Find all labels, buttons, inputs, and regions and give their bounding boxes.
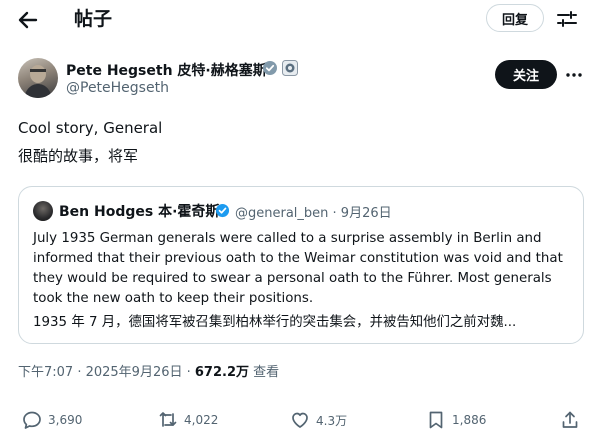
government-affiliation-icon — [282, 60, 298, 76]
post-text-english: Cool story, General — [18, 119, 163, 137]
verified-badge-icon — [262, 60, 278, 76]
more-options-icon[interactable] — [565, 66, 583, 84]
reply-action[interactable]: 3,690 — [22, 406, 82, 434]
share-action[interactable] — [560, 406, 586, 434]
quoted-post-card[interactable]: Ben Hodges 本·霍奇斯 @general_ben · 9月26日 Ju… — [18, 186, 584, 344]
reply-button[interactable]: 回复 — [486, 4, 544, 32]
like-action[interactable]: 4.3万 — [290, 406, 347, 434]
quoted-author-avatar — [33, 201, 53, 221]
quoted-text-english: July 1935 German generals were called to… — [33, 231, 563, 306]
quoted-text-chinese: 1935 年 7 月，德国将军被召集到柏林举行的突击集会，并被告知他们之前对魏.… — [33, 315, 517, 330]
post-text-chinese: 很酷的故事，将军 — [18, 147, 139, 165]
quoted-meta: @general_ben · 9月26日 — [235, 206, 392, 221]
post-time[interactable]: 下午7:07 · 2025年9月26日 · — [18, 365, 195, 380]
view-count: 672.2万 — [194, 365, 250, 380]
author-avatar[interactable] — [18, 58, 58, 98]
bookmark-count: 1,886 — [452, 413, 487, 427]
quoted-author-name: Ben Hodges 本·霍奇斯 — [59, 204, 220, 220]
bookmark-action[interactable]: 1,886 — [426, 406, 486, 434]
follow-button[interactable]: 关注 — [495, 60, 557, 89]
author-handle[interactable]: @PeteHegseth — [66, 80, 169, 96]
filter-settings-icon[interactable] — [556, 9, 578, 29]
verified-badge-icon — [215, 203, 230, 218]
back-arrow-icon[interactable] — [14, 8, 42, 32]
post-meta: 下午7:07 · 2025年9月26日 · 672.2万 查看 — [18, 361, 279, 380]
author-name[interactable]: Pete Hegseth 皮特·赫格塞斯 — [66, 60, 267, 80]
share-icon — [562, 411, 578, 428]
repost-action[interactable]: 4,022 — [158, 406, 218, 434]
page-title: 帖子 — [74, 8, 113, 30]
top-bar: 帖子 回复 — [0, 0, 604, 40]
reply-count: 3,690 — [48, 413, 83, 427]
bookmark-icon — [429, 411, 443, 429]
reply-icon — [23, 411, 41, 429]
repost-count: 4,022 — [184, 413, 219, 427]
like-count: 4.3万 — [316, 413, 348, 428]
views-label: 查看 — [249, 365, 280, 380]
heart-icon — [292, 412, 308, 428]
repost-icon — [159, 412, 177, 427]
